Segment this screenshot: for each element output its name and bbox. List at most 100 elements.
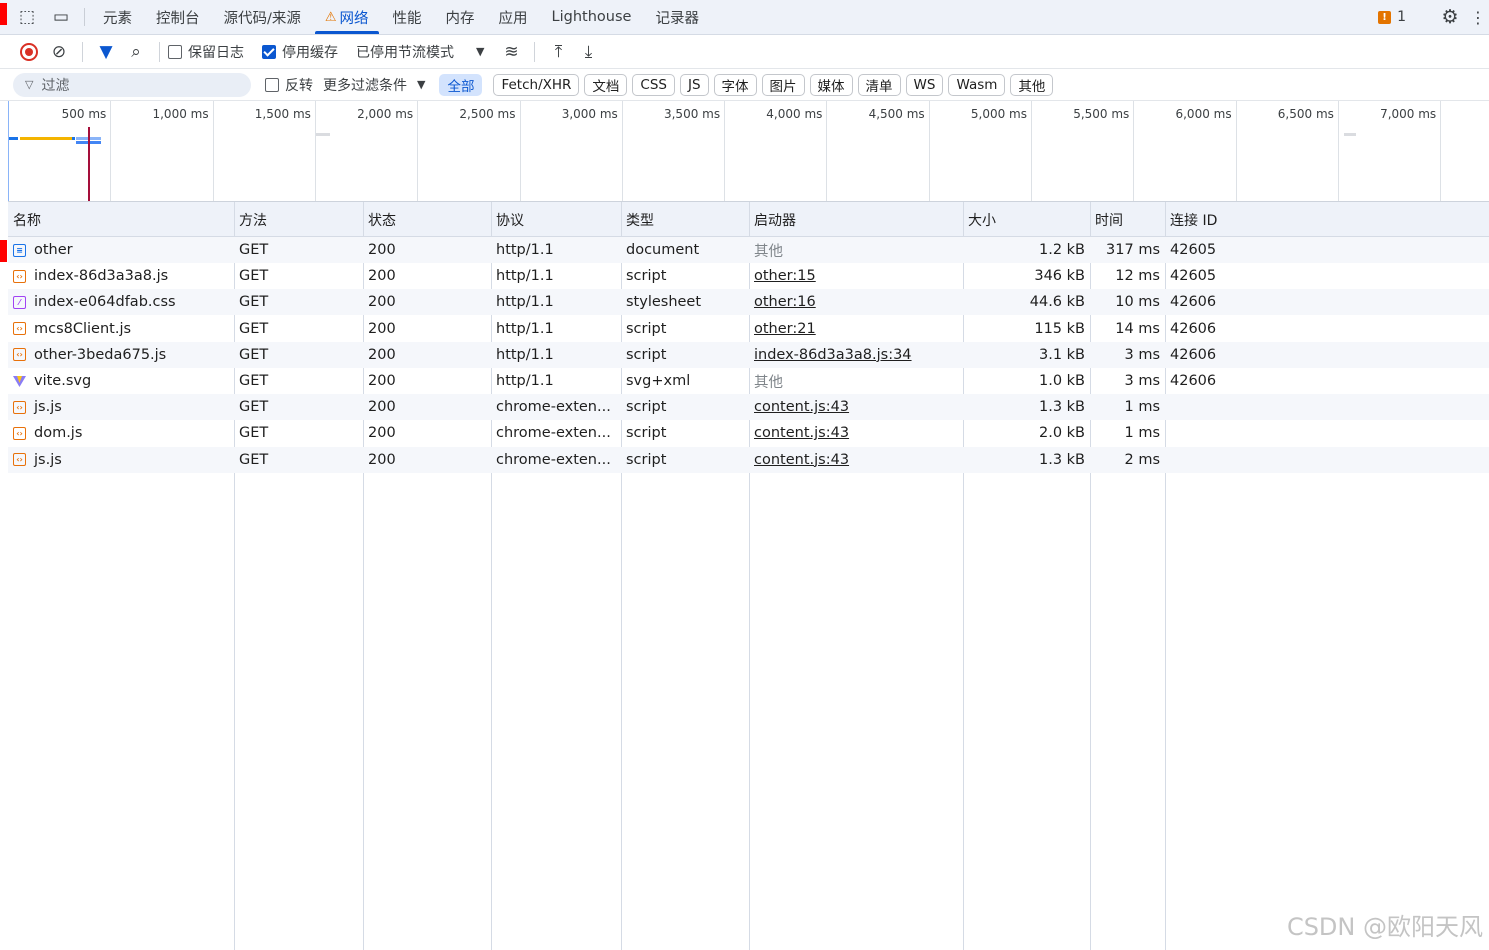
tab-3[interactable]: ⚠ 网络 bbox=[313, 0, 381, 34]
table-row[interactable]: ‹› dom.js GET 200 chrome-exten... script conte… bbox=[8, 420, 1489, 446]
filter-chip-0[interactable]: 全部 bbox=[439, 73, 483, 96]
column-header-initiator[interactable]: 启动器 bbox=[749, 202, 963, 237]
cell-status: 200 bbox=[368, 399, 396, 416]
network-conditions-button[interactable]: ≋ bbox=[496, 38, 526, 66]
import-har-button[interactable]: ⤒ bbox=[543, 38, 573, 66]
issues-count: 1 bbox=[1397, 9, 1406, 25]
toolbar-separator bbox=[82, 41, 83, 62]
filter-chip-1[interactable]: Fetch/XHR bbox=[493, 73, 580, 96]
initiator-link[interactable]: content.js:43 bbox=[754, 425, 849, 441]
initiator-link[interactable]: other:15 bbox=[754, 268, 816, 284]
cell-conn bbox=[1165, 447, 1489, 473]
cell-conn: 42606 bbox=[1170, 320, 1217, 337]
column-header-method[interactable]: 方法 bbox=[234, 202, 363, 237]
table-row[interactable]: ‹› mcs8Client.js GET 200 http/1.1 script other… bbox=[8, 316, 1489, 342]
upload-icon: ⤒ bbox=[554, 41, 563, 62]
cell-name: ‹› dom.js bbox=[8, 420, 234, 446]
cell-type: script bbox=[626, 268, 667, 285]
filter-input[interactable]: ▽ 过滤 bbox=[13, 72, 251, 97]
tab-0[interactable]: 元素 bbox=[91, 0, 144, 34]
initiator-link[interactable]: content.js:43 bbox=[754, 452, 849, 468]
more-options-icon[interactable]: ⋮ bbox=[1467, 8, 1489, 27]
tab-7[interactable]: Lighthouse bbox=[540, 0, 644, 34]
filter-toggle-button[interactable]: ▼ bbox=[91, 38, 121, 66]
timeline-gridline bbox=[621, 101, 623, 201]
timeline-request-bar bbox=[72, 137, 75, 140]
timeline-label: 1,000 ms bbox=[152, 107, 209, 121]
cell-protocol: http/1.1 bbox=[496, 268, 554, 285]
export-har-button[interactable]: ⤓ bbox=[573, 38, 603, 66]
cell-initiator[interactable]: content.js:43 bbox=[749, 394, 963, 420]
tab-label: 记录器 bbox=[655, 10, 699, 27]
issues-badge[interactable]: ! 1 bbox=[1364, 9, 1420, 25]
column-header-conn[interactable]: 连接 ID bbox=[1165, 202, 1489, 237]
cell-size: 2.0 kB bbox=[1038, 425, 1085, 442]
initiator-link[interactable]: content.js:43 bbox=[754, 399, 849, 415]
cell-initiator[interactable]: content.js:43 bbox=[749, 420, 963, 446]
device-toolbar-icon[interactable]: ▭ bbox=[44, 0, 78, 34]
cell-initiator[interactable]: other:21 bbox=[749, 316, 963, 342]
column-header-size[interactable]: 大小 bbox=[963, 202, 1090, 237]
timeline-label: 2,000 ms bbox=[357, 107, 414, 121]
inspect-element-icon[interactable]: ⬚ bbox=[10, 0, 44, 34]
preserve-log-label: 保留日志 bbox=[188, 44, 244, 61]
table-row[interactable]: vite.svg GET 200 http/1.1 svg+xml 其他 1.0 kB 3 m… bbox=[8, 368, 1489, 394]
cell-initiator[interactable]: other:15 bbox=[749, 263, 963, 289]
table-row[interactable]: ‹› other-3beda675.js GET 200 http/1.1 script i… bbox=[8, 341, 1489, 368]
tab-8[interactable]: 记录器 bbox=[643, 0, 711, 34]
clear-icon: ⊘ bbox=[51, 41, 67, 62]
script-icon: ‹› bbox=[13, 348, 26, 362]
disable-cache-checkbox[interactable]: 停用缓存 bbox=[262, 42, 338, 62]
table-row[interactable]: ‹› js.js GET 200 chrome-exten... script conten… bbox=[8, 394, 1489, 421]
filter-chip-3[interactable]: CSS bbox=[632, 73, 675, 96]
column-header-type[interactable]: 类型 bbox=[621, 202, 749, 237]
filter-chip-6[interactable]: 图片 bbox=[761, 73, 805, 96]
checkbox-box[interactable] bbox=[265, 77, 279, 92]
checkbox-box-checked[interactable] bbox=[262, 44, 276, 59]
script-icon: ‹› bbox=[13, 322, 26, 336]
filter-chip-2[interactable]: 文档 bbox=[584, 73, 628, 96]
table-row[interactable]: ‹› index-86d3a3a8.js GET 200 http/1.1 script o… bbox=[8, 263, 1489, 289]
tab-2[interactable]: 源代码/来源 bbox=[212, 0, 313, 34]
cell-status: 200 bbox=[368, 346, 396, 363]
checkbox-box[interactable] bbox=[168, 44, 182, 59]
initiator-link[interactable]: other:21 bbox=[754, 321, 816, 337]
filter-chip-11[interactable]: 其他 bbox=[1010, 73, 1054, 96]
filter-chip-9[interactable]: WS bbox=[905, 73, 944, 96]
gear-icon[interactable]: ⚙ bbox=[1433, 6, 1467, 28]
invert-checkbox[interactable]: 反转 bbox=[265, 75, 313, 95]
filter-chip-4[interactable]: JS bbox=[679, 73, 709, 96]
record-button[interactable] bbox=[14, 38, 44, 66]
table-row[interactable]: ‹› js.js GET 200 chrome-exten... script conten… bbox=[8, 446, 1489, 473]
column-header-time[interactable]: 时间 bbox=[1090, 202, 1165, 237]
column-header-protocol[interactable]: 协议 bbox=[491, 202, 621, 237]
initiator-link[interactable]: index-86d3a3a8.js:34 bbox=[754, 347, 912, 363]
filter-chip-10[interactable]: Wasm bbox=[948, 73, 1006, 96]
tab-5[interactable]: 内存 bbox=[434, 0, 487, 34]
column-header-name[interactable]: 名称 bbox=[8, 202, 234, 237]
cell-initiator[interactable]: content.js:43 bbox=[749, 447, 963, 473]
filter-chip-7[interactable]: 媒体 bbox=[809, 73, 853, 96]
cell-initiator: 其他 bbox=[749, 237, 963, 263]
search-button[interactable]: ⌕ bbox=[121, 38, 151, 66]
filter-chip-8[interactable]: 清单 bbox=[857, 73, 901, 96]
throttling-value: 已停用节流模式 bbox=[356, 44, 454, 61]
table-row[interactable]: ⁄ index-e064dfab.css GET 200 http/1.1 stylesh… bbox=[8, 289, 1489, 316]
cell-method: GET bbox=[239, 294, 269, 311]
tab-label: 控制台 bbox=[156, 10, 200, 27]
more-filters-dropdown[interactable]: 更多过滤条件 ▼ bbox=[323, 75, 425, 95]
preserve-log-checkbox[interactable]: 保留日志 bbox=[168, 42, 244, 62]
cell-initiator[interactable]: index-86d3a3a8.js:34 bbox=[749, 342, 963, 368]
timeline-overview[interactable]: 500 ms 1,000 ms 1,500 ms 2,000 ms 2,500 ms 3,… bbox=[8, 101, 1489, 202]
cell-protocol: http/1.1 bbox=[496, 373, 554, 389]
tab-4[interactable]: 性能 bbox=[381, 0, 434, 34]
table-row[interactable]: ≡ other GET 200 http/1.1 document 其他 1.2 kB 317 … bbox=[8, 237, 1489, 263]
throttling-select[interactable]: 已停用节流模式 ▼ bbox=[356, 42, 484, 62]
initiator-link[interactable]: other:16 bbox=[754, 294, 816, 310]
tab-6[interactable]: 应用 bbox=[487, 0, 540, 34]
cell-initiator[interactable]: other:16 bbox=[749, 289, 963, 315]
clear-button[interactable]: ⊘ bbox=[44, 38, 74, 66]
column-header-status[interactable]: 状态 bbox=[363, 202, 491, 237]
tab-1[interactable]: 控制台 bbox=[144, 0, 212, 34]
filter-chip-5[interactable]: 字体 bbox=[713, 73, 757, 96]
